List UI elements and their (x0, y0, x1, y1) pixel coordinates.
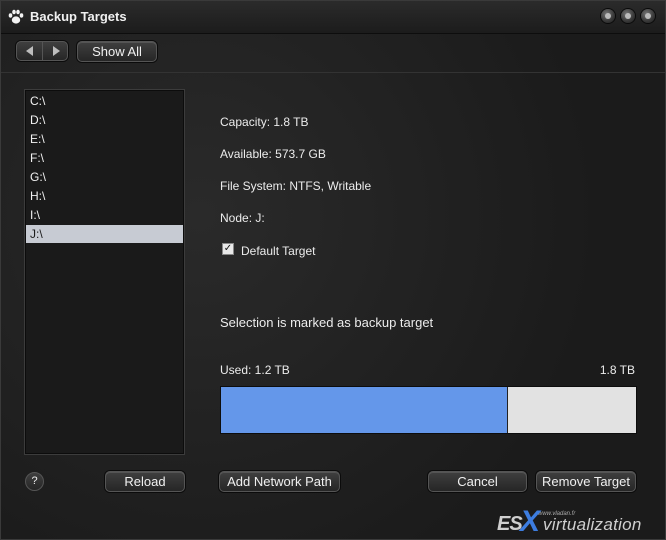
used-label: Used: 1.2 TB (220, 363, 290, 377)
default-target-label: Default Target (241, 244, 316, 258)
node-text: Node: J: (220, 211, 265, 225)
show-all-button[interactable]: Show All (77, 41, 157, 62)
maximize-button[interactable] (621, 9, 635, 23)
back-button[interactable] (17, 42, 42, 60)
checkmark-icon: ✓ (223, 243, 233, 254)
reload-button[interactable]: Reload (105, 471, 185, 492)
available-text: Available: 573.7 GB (220, 147, 326, 161)
drive-item[interactable]: F:\ (26, 149, 183, 167)
add-network-path-button[interactable]: Add Network Path (219, 471, 340, 492)
minimize-button[interactable] (601, 9, 615, 23)
file-system-text: File System: NTFS, Writable (220, 179, 372, 193)
cancel-button[interactable]: Cancel (428, 471, 527, 492)
usage-bar (220, 386, 637, 434)
usage-bar-fill (221, 387, 509, 433)
drive-item[interactable]: I:\ (26, 206, 183, 224)
remove-target-button[interactable]: Remove Target (536, 471, 636, 492)
drive-list[interactable]: C:\ D:\ E:\ F:\ G:\ H:\ I:\ J:\ (24, 89, 185, 455)
default-target-checkbox[interactable]: ✓ (222, 243, 234, 255)
drive-item[interactable]: E:\ (26, 130, 183, 148)
arrow-left-icon (25, 46, 33, 56)
drive-item[interactable]: C:\ (26, 92, 183, 110)
total-label: 1.8 TB (599, 363, 635, 377)
capacity-text: Capacity: 1.8 TB (220, 115, 309, 129)
watermark-es: ES (497, 513, 523, 535)
arrow-right-icon (52, 46, 60, 56)
title-bar[interactable]: Backup Targets (1, 1, 665, 34)
navigation-buttons (16, 41, 68, 61)
drive-item[interactable]: G:\ (26, 168, 183, 186)
window-title: Backup Targets (30, 9, 127, 24)
forward-button[interactable] (43, 42, 67, 60)
status-message: Selection is marked as backup target (220, 315, 434, 330)
backup-targets-window: Backup Targets Show All C:\ D:\ E:\ F:\ … (0, 0, 666, 540)
watermark-x: X (520, 505, 541, 538)
drive-item-selected[interactable]: J:\ (26, 225, 183, 243)
help-button[interactable]: ? (25, 472, 44, 491)
drive-item[interactable]: D:\ (26, 111, 183, 129)
paw-icon (8, 9, 24, 24)
drive-item[interactable]: H:\ (26, 187, 183, 205)
close-button[interactable] (641, 9, 655, 23)
watermark-virtualization: virtualization (543, 515, 642, 534)
